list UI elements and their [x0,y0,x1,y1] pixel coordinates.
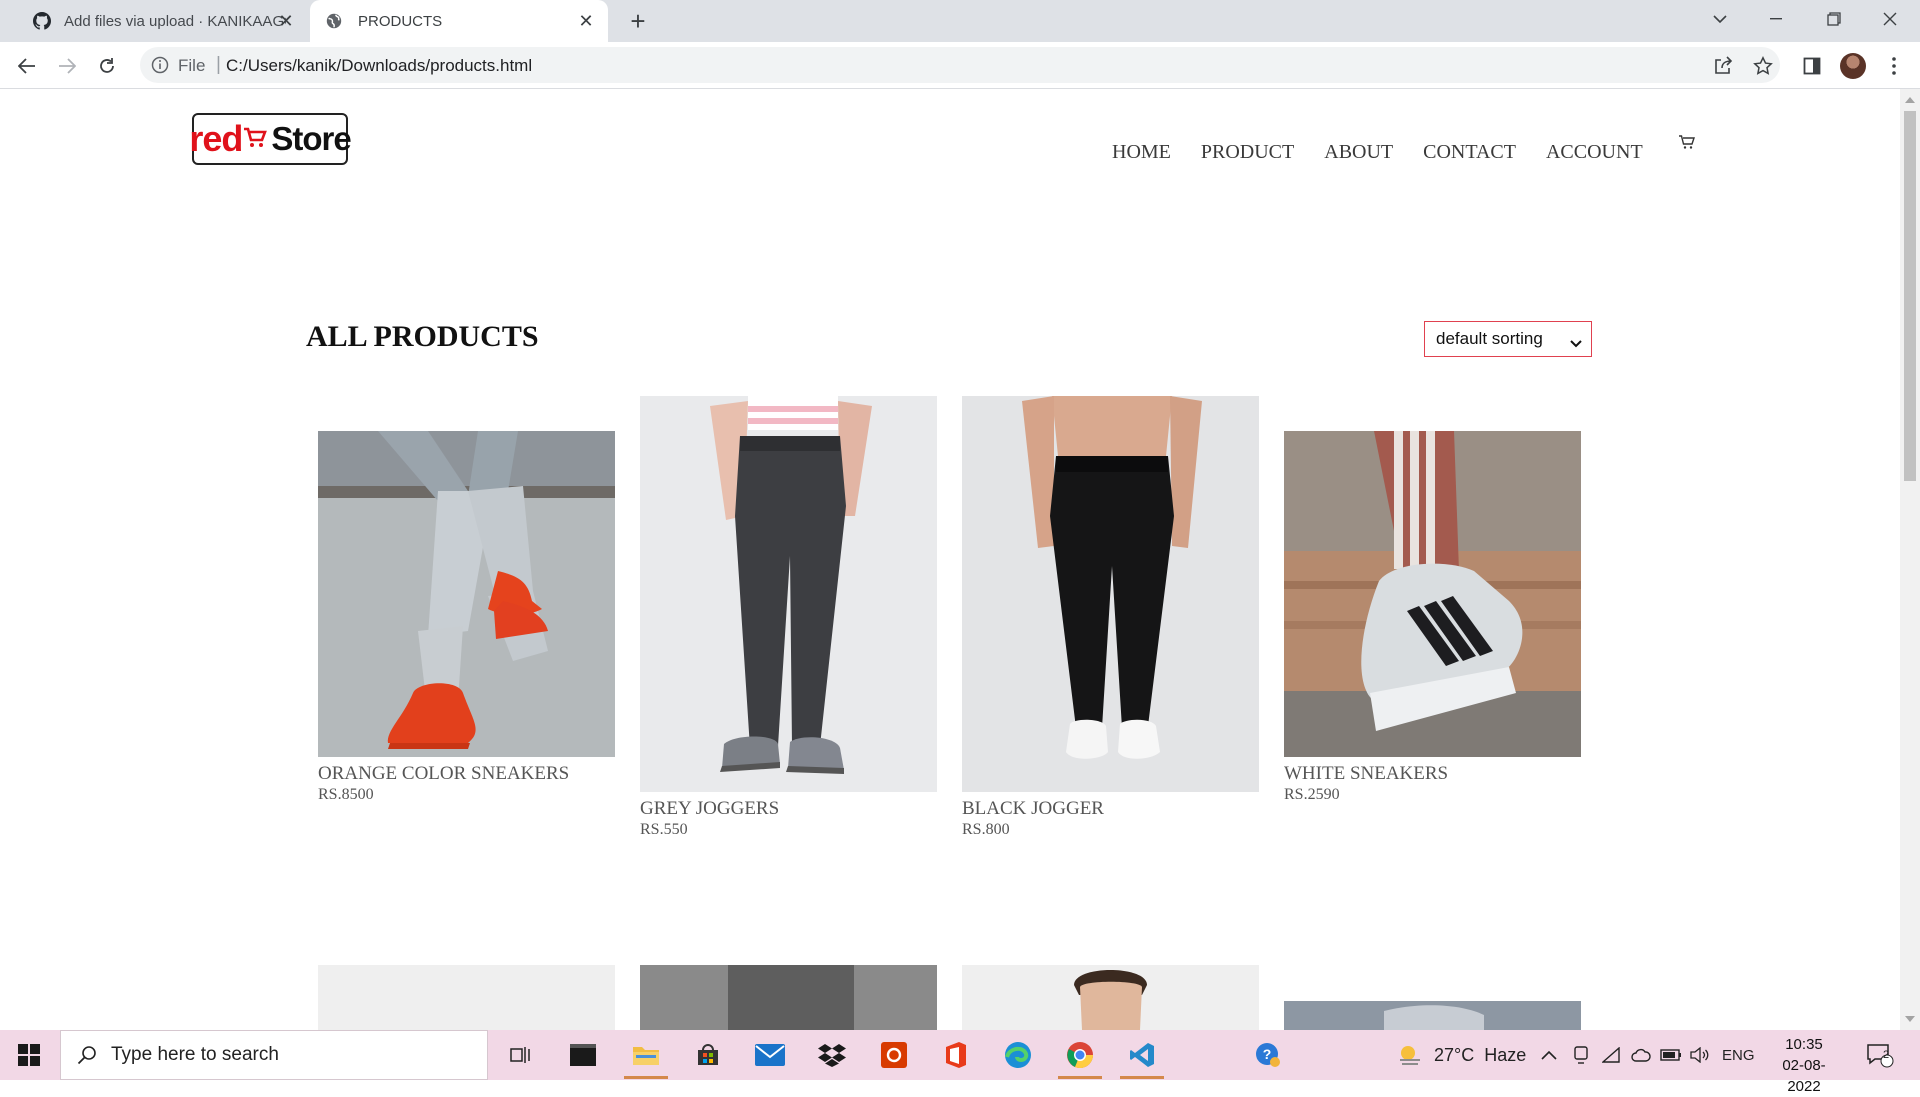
vertical-scrollbar[interactable] [1900,89,1920,1030]
taskbar-search-box[interactable]: Type here to search [60,1030,488,1080]
browser-toolbar: File | C:/Users/kanik/Downloads/products… [0,42,1920,89]
bookmark-star-icon[interactable] [1749,52,1777,80]
nav-product[interactable]: PRODUCT [1201,141,1294,164]
product-price: RS.8500 [318,786,374,803]
logo-cart-icon [243,125,268,154]
scrollbar-thumb[interactable] [1904,111,1916,481]
product-image[interactable] [318,965,615,1030]
svg-text:?: ? [1263,1046,1272,1062]
nav-contact[interactable]: CONTACT [1423,141,1516,164]
product-name[interactable]: BLACK JOGGER [962,798,1104,820]
cloud-sync-icon[interactable] [1631,1030,1651,1080]
product-name[interactable]: GREY JOGGERS [640,798,779,820]
share-icon[interactable] [1709,52,1737,80]
address-bar[interactable]: File | C:/Users/kanik/Downloads/products… [140,47,1780,83]
avatar [1840,53,1866,79]
product-price: RS.800 [962,821,1010,838]
site-logo[interactable]: red Store [189,113,352,165]
scroll-down-arrow-icon[interactable] [1905,1016,1915,1022]
product-price: RS.550 [640,821,688,838]
product-name[interactable]: ORANGE COLOR SNEAKERS [318,763,569,785]
back-button[interactable] [11,50,43,82]
nav-account[interactable]: ACCOUNT [1546,141,1643,164]
main-nav: HOME PRODUCT ABOUT CONTACT ACCOUNT [1112,141,1673,164]
product-image[interactable] [640,965,937,1030]
tab-title: PRODUCTS [358,12,443,30]
product-name[interactable]: WHITE SNEAKERS [1284,763,1448,785]
tab-search-chevron-icon[interactable] [1692,0,1748,38]
tab-title: Add files via upload · KANIKAAGGARWAL [64,12,286,30]
scroll-up-arrow-icon[interactable] [1905,97,1915,103]
dropbox-icon[interactable] [804,1030,860,1080]
help-icon[interactable]: ? [1240,1030,1296,1080]
weather-widget[interactable]: 27°C Haze [1396,1030,1526,1080]
clock-time: 10:35 [1785,1036,1823,1053]
product-image[interactable] [1284,431,1581,757]
start-button[interactable] [0,1030,58,1080]
chevron-down-icon [1570,333,1582,353]
github-icon [32,11,52,31]
new-tab-button[interactable]: + [624,7,652,35]
edge-browser-icon[interactable] [990,1030,1046,1080]
forward-button[interactable] [51,50,83,82]
office-icon[interactable] [928,1030,984,1080]
volume-icon[interactable] [1690,1030,1710,1080]
product-price: RS.2590 [1284,786,1340,803]
reload-button[interactable] [91,50,123,82]
windows-logo-icon [18,1044,40,1066]
close-tab-icon[interactable]: ✕ [276,11,296,31]
product-image[interactable] [962,396,1259,792]
close-window-button[interactable] [1862,0,1918,38]
notifications-icon[interactable]: 2 [1866,1030,1894,1080]
product-image[interactable] [318,431,615,757]
side-panel-icon[interactable] [1798,52,1826,80]
terminal-app-icon[interactable] [555,1030,611,1080]
cart-icon[interactable] [1678,133,1696,151]
file-explorer-icon[interactable] [618,1030,674,1080]
chevron-up-icon[interactable] [1541,1030,1557,1080]
microsoft-store-icon[interactable] [680,1030,736,1080]
search-placeholder: Type here to search [111,1044,279,1065]
search-icon [77,1045,97,1065]
office-app-icon[interactable] [866,1030,922,1080]
nav-home[interactable]: HOME [1112,141,1171,164]
battery-icon[interactable] [1660,1030,1682,1080]
close-tab-icon[interactable]: ✕ [576,11,596,31]
clock-date: 02-08-2022 [1782,1057,1826,1095]
language-indicator[interactable]: ENG [1722,1030,1755,1080]
globe-icon [324,11,344,31]
notification-count: 2 [1883,1049,1890,1061]
nav-about[interactable]: ABOUT [1324,141,1393,164]
sort-select[interactable]: default sorting [1424,321,1592,357]
logo-text-store: Store [271,120,351,157]
minimize-button[interactable] [1748,0,1804,38]
sort-selected-value: default sorting [1436,329,1543,348]
logo-text-red: red [189,118,243,159]
task-view-icon[interactable] [492,1030,548,1080]
tab-strip: Add files via upload · KANIKAAGGARWAL ✕ … [0,0,1920,42]
vscode-icon[interactable] [1114,1030,1170,1080]
network-icon[interactable] [1602,1030,1620,1080]
profile-avatar[interactable] [1839,52,1867,80]
clock[interactable]: 10:35 02-08-2022 [1766,1034,1842,1097]
url-text[interactable]: C:/Users/kanik/Downloads/products.html [226,56,532,76]
meet-now-icon[interactable] [1573,1030,1589,1080]
page-viewport: red Store HOME PRODUCT ABOUT CONTACT ACC… [0,89,1900,1030]
tab-products[interactable]: PRODUCTS ✕ [310,0,608,42]
chrome-browser-icon[interactable] [1052,1030,1108,1080]
weather-haze-icon [1396,1043,1424,1067]
tab-github[interactable]: Add files via upload · KANIKAAGGARWAL ✕ [18,0,308,42]
product-image[interactable] [962,965,1259,1030]
menu-kebab-icon[interactable] [1880,52,1908,80]
info-icon[interactable] [150,55,170,75]
windows-taskbar: Type here to search ? 27°C Haze ENG 10:3… [0,1030,1920,1095]
product-image[interactable] [1284,1001,1581,1030]
product-image[interactable] [640,396,937,792]
restore-button[interactable] [1806,0,1862,38]
url-separator: | [216,54,221,75]
mail-icon[interactable] [742,1030,798,1080]
url-scheme-label: File [178,56,206,75]
weather-text: 27°C Haze [1434,1044,1527,1065]
page-title: ALL PRODUCTS [306,320,539,353]
